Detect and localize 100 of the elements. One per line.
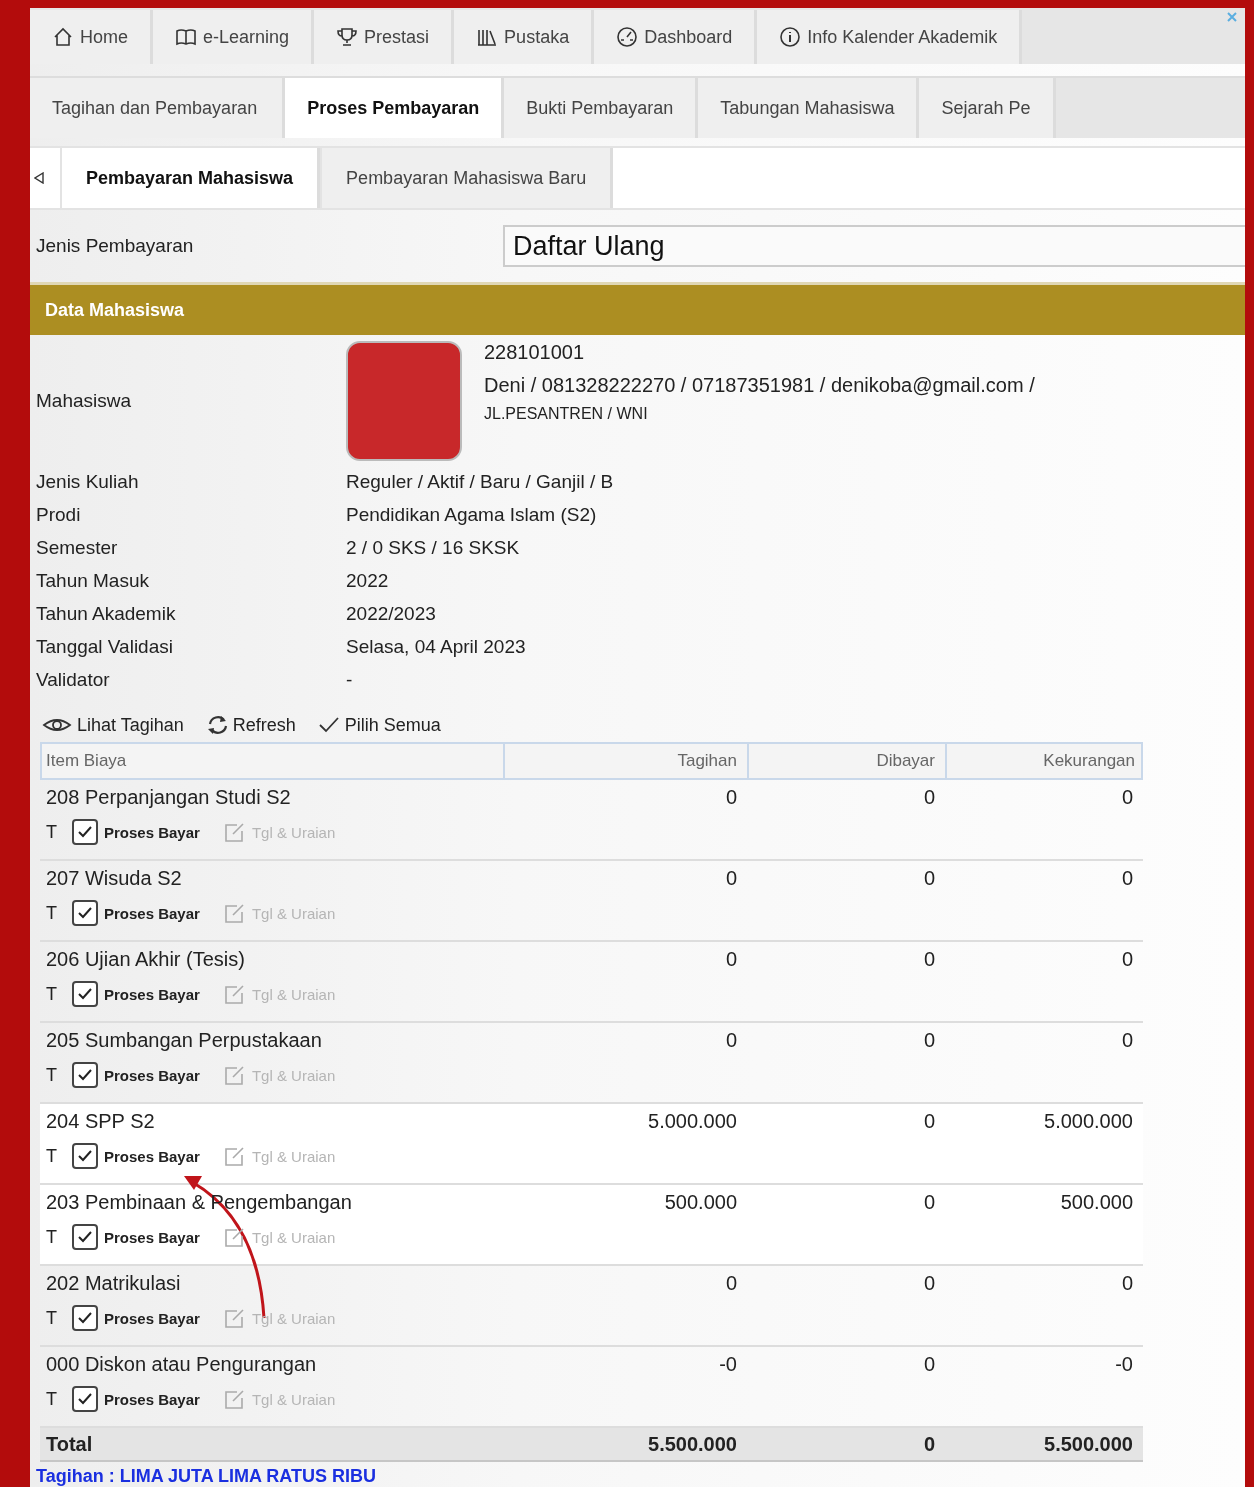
check-icon bbox=[77, 1311, 93, 1325]
table-cell-text: 0 bbox=[724, 948, 738, 971]
checkbox-label: Proses Bayar bbox=[104, 904, 200, 922]
field-value: Selasa, 04 April 2023 bbox=[346, 635, 526, 658]
edit-icon bbox=[223, 1146, 246, 1166]
table-cell-text: -0 bbox=[1114, 1353, 1134, 1376]
table-cell-text: 5.000.000 bbox=[1043, 1110, 1134, 1133]
tab[interactable]: Pembayaran Mahasiswa bbox=[60, 148, 321, 208]
toolbar-button[interactable]: Pilih Semua bbox=[317, 710, 441, 740]
checkbox-label: Proses Bayar bbox=[104, 1228, 200, 1246]
checkbox[interactable] bbox=[72, 1386, 98, 1412]
nav-tab[interactable]: Home bbox=[30, 10, 153, 64]
tab[interactable]: Bukti Pembayaran bbox=[504, 78, 699, 138]
table-cell-text: 5.500.000 bbox=[647, 1432, 738, 1456]
table-cell-text: 0 bbox=[1120, 867, 1134, 890]
checkbox[interactable] bbox=[72, 1143, 98, 1169]
nav-tab[interactable]: Dashboard bbox=[594, 10, 758, 64]
table-cell-text: 0 bbox=[922, 786, 936, 809]
table-cell-text: 205 Sumbangan Perpustakaan bbox=[45, 1029, 323, 1052]
checkbox[interactable] bbox=[72, 900, 98, 926]
table-cell-text: Total bbox=[45, 1432, 94, 1456]
table-cell-text: 0 bbox=[922, 1191, 936, 1214]
tab[interactable]: Pembayaran Mahasiswa Baru bbox=[320, 148, 614, 208]
checkbox[interactable] bbox=[72, 981, 98, 1007]
table-cell-text: 207 Wisuda S2 bbox=[45, 867, 183, 890]
check-icon bbox=[77, 1068, 93, 1082]
edit-icon bbox=[223, 1227, 246, 1247]
field-label: Jenis Pembayaran bbox=[35, 235, 195, 257]
table-cell-text: 500.000 bbox=[1059, 1191, 1134, 1214]
student-address: JL.PESANTREN / WNI bbox=[484, 405, 649, 423]
nav-tab[interactable]: Info Kalender Akademik bbox=[757, 10, 1023, 64]
table-cell-text: 0 bbox=[724, 1029, 738, 1052]
column-header: Kekurangan bbox=[1042, 750, 1136, 772]
column-header: Tagihan bbox=[505, 744, 749, 778]
student-contact: Deni / 081328222270 / 07187351981 / denikoba@gmail.com / bbox=[484, 374, 1035, 397]
home-icon bbox=[52, 26, 74, 48]
checkbox[interactable] bbox=[72, 1224, 98, 1250]
checkbox-label: Proses Bayar bbox=[104, 985, 200, 1003]
select-field[interactable]: Daftar Ulang bbox=[503, 225, 1245, 267]
table-cell-text: 0 bbox=[922, 1110, 936, 1133]
tab[interactable]: Sejarah Pe bbox=[919, 78, 1056, 138]
tab[interactable]: Tagihan dan Pembayaran bbox=[30, 78, 286, 138]
field-label: Jenis Kuliah bbox=[36, 470, 140, 493]
table-cell-text: 0 bbox=[724, 786, 738, 809]
check-icon bbox=[77, 987, 93, 1001]
nav-tab[interactable]: e-Learning bbox=[153, 10, 315, 64]
checkbox[interactable] bbox=[72, 1062, 98, 1088]
toolbar-button[interactable]: Refresh bbox=[205, 710, 296, 740]
field-label: Tahun Akademik bbox=[36, 602, 177, 625]
field-value: 2 / 0 SKS / 16 SKSK bbox=[346, 536, 520, 559]
table-cell-text: 0 bbox=[1120, 948, 1134, 971]
check-icon bbox=[77, 1149, 93, 1163]
type-label: T bbox=[46, 1307, 58, 1329]
nav-tab[interactable]: Pustaka bbox=[454, 10, 595, 64]
type-label: T bbox=[46, 1145, 58, 1167]
edit-icon bbox=[223, 822, 246, 842]
info-icon bbox=[779, 26, 802, 48]
table-cell-text: 202 Matrikulasi bbox=[45, 1272, 182, 1295]
check-icon bbox=[77, 1392, 93, 1406]
amount-in-words: Tagihan : LIMA JUTA LIMA RATUS RIBU bbox=[35, 1465, 377, 1487]
tab[interactable]: Proses Pembayaran bbox=[285, 78, 505, 138]
checkbox-label: Proses Bayar bbox=[104, 1309, 200, 1327]
field-label: Semester bbox=[36, 536, 119, 559]
table-cell-text: 5.000.000 bbox=[647, 1110, 738, 1133]
column-header: Dibayar bbox=[749, 744, 947, 778]
edit-icon bbox=[223, 1308, 246, 1328]
book-icon bbox=[175, 26, 197, 48]
table-cell-text: 5.500.000 bbox=[1043, 1432, 1134, 1456]
checkbox-label: Proses Bayar bbox=[104, 1390, 200, 1408]
student-id: 228101001 bbox=[484, 341, 586, 364]
table-cell-text: 000 Diskon atau Pengurangan bbox=[45, 1353, 318, 1376]
field-label: Validator bbox=[36, 668, 111, 691]
table-cell-text: 0 bbox=[922, 1353, 936, 1376]
table-cell-text: 0 bbox=[724, 1272, 738, 1295]
type-label: T bbox=[46, 902, 58, 924]
check-icon bbox=[77, 825, 93, 839]
close-icon bbox=[1227, 12, 1237, 22]
gauge-icon bbox=[616, 26, 639, 48]
field-value: 2022/2023 bbox=[346, 602, 436, 625]
field-label: Mahasiswa bbox=[36, 390, 133, 412]
column-header: Item Biaya bbox=[42, 744, 505, 778]
field-value: Pendidikan Agama Islam (S2) bbox=[346, 503, 597, 526]
check-icon bbox=[77, 1230, 93, 1244]
table-cell-text: 206 Ujian Akhir (Tesis) bbox=[45, 948, 246, 971]
checkbox[interactable] bbox=[72, 819, 98, 845]
edit-icon bbox=[223, 903, 246, 923]
table-cell-text: 0 bbox=[922, 1272, 936, 1295]
field-value: Reguler / Aktif / Baru / Ganjil / B bbox=[346, 470, 614, 493]
table-cell-text: 0 bbox=[1120, 1029, 1134, 1052]
table-cell-text: 0 bbox=[922, 1432, 936, 1456]
table-cell-text: 500.000 bbox=[663, 1191, 738, 1214]
type-label: T bbox=[46, 1388, 58, 1410]
tab[interactable]: Tabungan Mahasiswa bbox=[698, 78, 920, 138]
nav-tab[interactable]: Prestasi bbox=[314, 10, 455, 64]
toolbar-button[interactable]: Lihat Tagihan bbox=[42, 710, 184, 740]
checkbox[interactable] bbox=[72, 1305, 98, 1331]
edit-icon bbox=[223, 1389, 246, 1409]
field-label: Tanggal Validasi bbox=[36, 635, 174, 658]
checkbox-label: Proses Bayar bbox=[104, 1066, 200, 1084]
type-label: T bbox=[46, 821, 58, 843]
